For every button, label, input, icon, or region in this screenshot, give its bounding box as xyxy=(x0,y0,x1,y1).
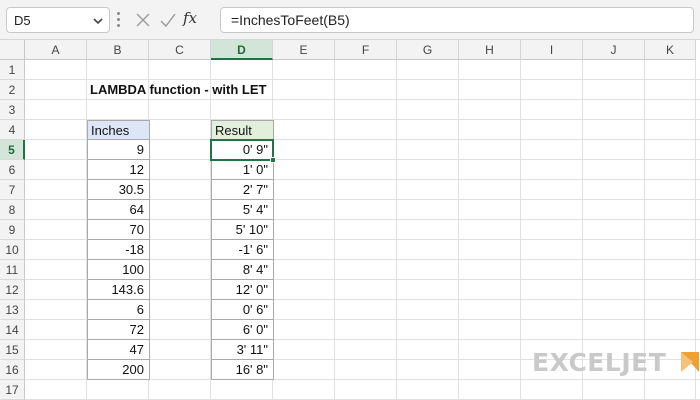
sheet-title: LAMBDA function - with LET xyxy=(90,82,267,97)
inches-cell[interactable]: 100 xyxy=(87,260,150,280)
row-header-14[interactable]: 14 xyxy=(0,320,25,340)
row-header-15[interactable]: 15 xyxy=(0,340,25,360)
chevron-down-icon[interactable] xyxy=(91,14,105,28)
formula-input[interactable]: =InchesToFeet(B5) xyxy=(220,7,694,33)
select-all-corner[interactable] xyxy=(0,40,25,60)
gridline-vertical xyxy=(695,60,696,400)
column-header-i[interactable]: I xyxy=(521,40,583,60)
row-header-3[interactable]: 3 xyxy=(0,100,25,120)
row-header-1[interactable]: 1 xyxy=(0,60,25,80)
row-header-10[interactable]: 10 xyxy=(0,240,25,260)
formula-bar: D5 fx =InchesToFeet(B5) xyxy=(0,0,700,40)
column-header-a[interactable]: A xyxy=(25,40,87,60)
inches-header[interactable]: Inches xyxy=(87,120,150,140)
row-header-6[interactable]: 6 xyxy=(0,160,25,180)
result-cell[interactable]: 0' 6" xyxy=(211,300,274,320)
row-header-2[interactable]: 2 xyxy=(0,80,25,100)
row-header-17[interactable]: 17 xyxy=(0,380,25,400)
column-header-c[interactable]: C xyxy=(149,40,211,60)
inches-cell[interactable]: 9 xyxy=(87,140,150,160)
name-box-value[interactable]: D5 xyxy=(14,13,31,28)
gridline-vertical xyxy=(520,60,521,400)
column-header-e[interactable]: E xyxy=(273,40,335,60)
column-header-j[interactable]: J xyxy=(583,40,645,60)
row-header-4[interactable]: 4 xyxy=(0,120,25,140)
result-cell[interactable]: 3' 11" xyxy=(211,340,274,360)
gridline-vertical xyxy=(334,60,335,400)
column-header-g[interactable]: G xyxy=(397,40,459,60)
result-cell[interactable]: 1' 0" xyxy=(211,160,274,180)
inches-cell[interactable]: 72 xyxy=(87,320,150,340)
row-header-16[interactable]: 16 xyxy=(0,360,25,380)
column-header-h[interactable]: H xyxy=(459,40,521,60)
result-header[interactable]: Result xyxy=(211,120,274,140)
gridline-vertical xyxy=(396,60,397,400)
inches-cell[interactable]: 6 xyxy=(87,300,150,320)
result-cell[interactable]: 5' 4" xyxy=(211,200,274,220)
formula-text[interactable]: =InchesToFeet(B5) xyxy=(231,12,350,28)
column-header-d[interactable]: D xyxy=(211,40,273,60)
result-cell[interactable]: 12' 0" xyxy=(211,280,274,300)
enter-check-icon[interactable] xyxy=(157,9,179,31)
logo-text: EXCELJET xyxy=(532,348,667,377)
result-cell[interactable]: 8' 4" xyxy=(211,260,274,280)
logo-mark-icon xyxy=(681,352,699,372)
function-fx-icon[interactable]: fx xyxy=(183,9,197,27)
column-header-k[interactable]: K xyxy=(645,40,696,60)
column-header-b[interactable]: B xyxy=(87,40,149,60)
column-header-f[interactable]: F xyxy=(335,40,397,60)
row-header-8[interactable]: 8 xyxy=(0,200,25,220)
inches-cell[interactable]: 70 xyxy=(87,220,150,240)
row-header-7[interactable]: 7 xyxy=(0,180,25,200)
result-cell[interactable]: -1' 6" xyxy=(211,240,274,260)
inches-cell[interactable]: 47 xyxy=(87,340,150,360)
inches-cell[interactable]: -18 xyxy=(87,240,150,260)
inches-cell[interactable]: 64 xyxy=(87,200,150,220)
inches-cell[interactable]: 12 xyxy=(87,160,150,180)
result-cell[interactable]: 0' 9" xyxy=(211,140,274,160)
row-header-9[interactable]: 9 xyxy=(0,220,25,240)
result-cell[interactable]: 6' 0" xyxy=(211,320,274,340)
inches-cell[interactable]: 30.5 xyxy=(87,180,150,200)
row-header-12[interactable]: 12 xyxy=(0,280,25,300)
name-box[interactable]: D5 xyxy=(6,7,110,33)
result-cell[interactable]: 5' 10" xyxy=(211,220,274,240)
result-cell[interactable]: 2' 7" xyxy=(211,180,274,200)
fill-handle[interactable] xyxy=(270,157,276,163)
row-header-13[interactable]: 13 xyxy=(0,300,25,320)
gridline-vertical xyxy=(458,60,459,400)
more-options-icon[interactable] xyxy=(117,12,121,28)
inches-cell[interactable]: 200 xyxy=(87,360,150,380)
row-header-11[interactable]: 11 xyxy=(0,260,25,280)
result-cell[interactable]: 16' 8" xyxy=(211,360,274,380)
cancel-x-icon[interactable] xyxy=(132,9,154,31)
inches-cell[interactable]: 143.6 xyxy=(87,280,150,300)
row-header-5[interactable]: 5 xyxy=(0,140,25,160)
exceljet-logo: EXCELJET xyxy=(532,348,699,377)
